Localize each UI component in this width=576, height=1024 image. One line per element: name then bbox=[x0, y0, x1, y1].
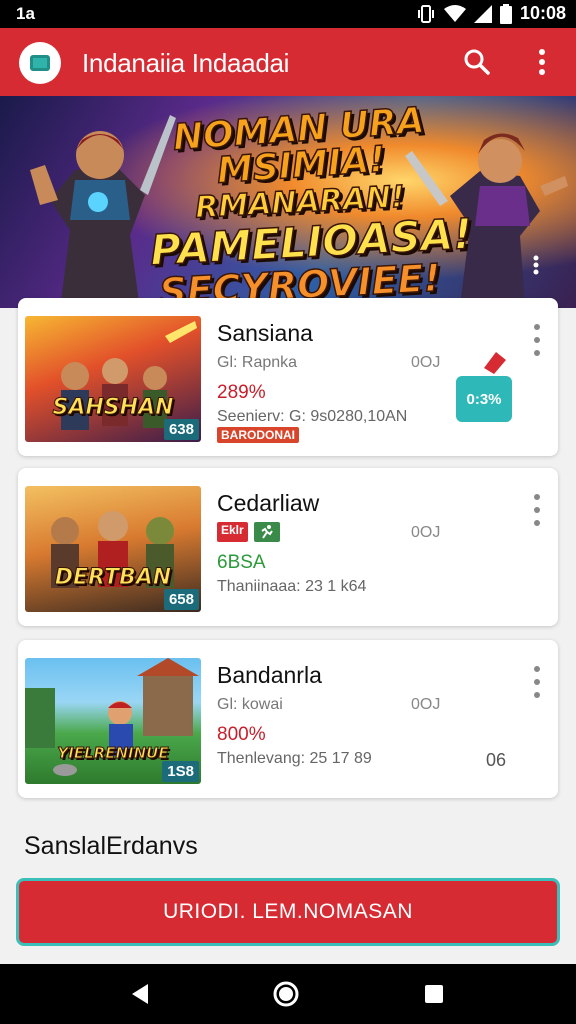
recents-button[interactable] bbox=[418, 978, 450, 1010]
app-logo-mark bbox=[30, 55, 50, 71]
vibrate-icon bbox=[417, 4, 434, 23]
eraser-icon bbox=[484, 352, 506, 374]
game-card[interactable]: DERTBAN 658 Cedarliaw Eklr 0OJ 6BSA Than… bbox=[18, 468, 558, 626]
promo-badge[interactable]: 0:3% bbox=[456, 376, 512, 422]
game-card[interactable]: YIELRENINUE 1S8 Bandanrla Gl: kowai 0OJ … bbox=[18, 640, 558, 798]
home-icon bbox=[273, 981, 299, 1007]
card-tag-row: BARODONAI bbox=[217, 426, 299, 444]
card-subtitle: Gl: kowai bbox=[217, 696, 283, 713]
game-thumbnail: YIELRENINUE 1S8 bbox=[25, 658, 201, 784]
status-time: 10:08 bbox=[519, 3, 566, 23]
back-button[interactable] bbox=[124, 978, 156, 1010]
back-icon bbox=[132, 984, 148, 1004]
thumbnail-badge: 638 bbox=[163, 419, 199, 440]
signal-icon bbox=[473, 4, 492, 23]
more-vert-icon bbox=[533, 255, 539, 275]
card-code: 0OJ bbox=[411, 524, 441, 541]
card-tag: BARODONAI bbox=[217, 426, 299, 443]
game-card[interactable]: SAHSHAN 638 Sansiana Gl: Rapnka 0OJ 289%… bbox=[18, 298, 558, 456]
card-tag-row: Eklr bbox=[217, 522, 280, 542]
thumbnail-caption: SAHSHAN bbox=[52, 395, 174, 421]
card-meta: Seenierv: G: 9s0280,10AN bbox=[217, 408, 408, 425]
card-title: Bandanrla bbox=[217, 662, 322, 688]
app-bar: Indanaiia Indaadai bbox=[0, 28, 576, 96]
card-percent: 289% bbox=[217, 382, 266, 403]
card-code: 0OJ bbox=[411, 354, 441, 371]
card-title: Sansiana bbox=[217, 320, 313, 346]
card-code: 0OJ bbox=[411, 696, 441, 713]
thumbnail-caption: YIELRENINUE bbox=[57, 744, 169, 763]
search-button[interactable] bbox=[459, 44, 495, 80]
status-bar: 1a 10:08 bbox=[0, 0, 576, 28]
status-icons: 10:08 bbox=[416, 3, 566, 24]
hero-banner[interactable]: NOMAN URA MSIMIA! RMANARAN! PAMELIOASA! … bbox=[0, 96, 576, 308]
battery-icon bbox=[499, 3, 512, 24]
card-more-button[interactable] bbox=[526, 662, 548, 702]
recents-icon bbox=[425, 985, 443, 1003]
status-left-text: 1a bbox=[16, 4, 35, 23]
game-thumbnail: DERTBAN 658 bbox=[25, 486, 201, 612]
home-button[interactable] bbox=[270, 978, 302, 1010]
overflow-menu-button[interactable] bbox=[524, 44, 560, 80]
card-tag: Eklr bbox=[217, 522, 248, 542]
search-icon bbox=[464, 49, 490, 75]
more-vert-icon bbox=[534, 324, 540, 356]
system-nav-bar bbox=[0, 964, 576, 1024]
thumbnail-badge: 658 bbox=[163, 589, 199, 610]
thumbnail-caption: DERTBAN bbox=[54, 565, 172, 591]
card-percent: 800% bbox=[217, 724, 266, 745]
section-title: SanslalErdanvs bbox=[24, 832, 198, 860]
primary-action-button[interactable]: URIODI. LEM.NOMASAN bbox=[16, 878, 560, 946]
app-title: Indanaiia Indaadai bbox=[82, 48, 290, 78]
hero-more-button[interactable] bbox=[522, 251, 550, 279]
card-meta: Thaniinaaa: 23 1 k64 bbox=[217, 578, 367, 595]
hero-headline: NOMAN URA MSIMIA! RMANARAN! PAMELIOASA! … bbox=[148, 100, 474, 308]
thumbnail-badge: 1S8 bbox=[162, 761, 199, 782]
card-meta: Thenlevang: 25 17 89 bbox=[217, 750, 372, 767]
card-subtitle: Gl: Rapnka bbox=[217, 354, 298, 371]
runner-icon bbox=[253, 522, 280, 542]
card-title: Cedarliaw bbox=[217, 490, 320, 516]
more-vert-icon bbox=[534, 494, 540, 526]
card-more-button[interactable] bbox=[526, 490, 548, 530]
hero-line-1: NOMAN URA MSIMIA! bbox=[171, 100, 427, 193]
card-percent: 6BSA bbox=[217, 552, 266, 573]
more-vert-icon bbox=[534, 666, 540, 698]
more-vert-icon bbox=[539, 49, 545, 75]
card-trailing-value: 06 bbox=[486, 750, 507, 770]
game-thumbnail: SAHSHAN 638 bbox=[25, 316, 201, 442]
wifi-icon bbox=[443, 4, 466, 22]
card-more-button[interactable] bbox=[526, 320, 548, 360]
app-logo[interactable] bbox=[19, 42, 61, 84]
